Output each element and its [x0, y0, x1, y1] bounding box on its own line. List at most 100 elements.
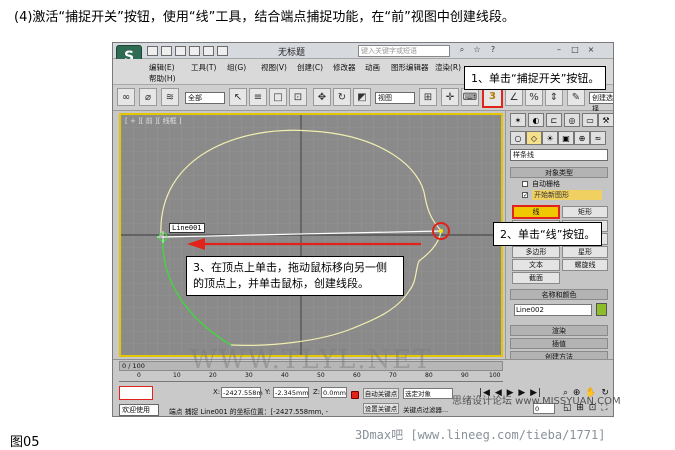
text-tool-button[interactable]: 文本 — [512, 259, 560, 271]
redo-icon[interactable] — [203, 46, 214, 56]
rotate-icon[interactable]: ↻ — [333, 88, 351, 106]
menu-help[interactable]: 帮助(H) — [149, 73, 176, 84]
welcome-box: 欢迎使用 — [119, 404, 159, 416]
rollout-interpolation[interactable]: 插值 — [510, 338, 608, 349]
geometry-icon[interactable]: ○ — [510, 131, 526, 145]
callout-create-segment: 3、在顶点上单击，拖动鼠标移向另一侧 的顶点上，并单击鼠标，创建线段。 — [186, 256, 404, 296]
hierarchy-tab-icon[interactable]: ⊏ — [546, 113, 562, 127]
select-by-name-icon[interactable]: ≡ — [249, 88, 267, 106]
helix-tool-button[interactable]: 螺旋线 — [562, 259, 608, 271]
modify-tab-icon[interactable]: ◐ — [528, 113, 544, 127]
track-tick: 100 — [489, 372, 501, 379]
callout-create-segment-line1: 3、在顶点上单击，拖动鼠标移向另一侧 — [193, 261, 387, 274]
front-viewport[interactable]: [ + ][ 前 ][ 线框 ] Line001 — [119, 113, 503, 357]
star-icon[interactable]: ☆ — [471, 45, 483, 56]
x-coordinate-field[interactable]: -2427.558m — [221, 387, 263, 398]
set-key-button[interactable]: 设置关键点 — [363, 403, 399, 414]
y-coordinate-field[interactable]: -2.345mm — [273, 387, 309, 398]
menu-create[interactable]: 创建(C) — [297, 62, 323, 73]
scale-icon[interactable]: ◩ — [353, 88, 371, 106]
open-file-icon[interactable] — [161, 46, 172, 56]
key-filters-button[interactable]: 关键点过滤器... — [403, 404, 448, 414]
title-bar: S 无标题 键入关键字或短语 ⌕ ☆ ? – □ × — [113, 43, 613, 69]
rectangle-tool-button[interactable]: 矩形 — [562, 206, 608, 218]
section-tool-button[interactable]: 截面 — [512, 272, 560, 284]
utilities-tab-icon[interactable]: ⚒ — [598, 113, 613, 127]
pivot-center-icon[interactable]: ⊞ — [419, 88, 437, 106]
maximize-icon[interactable]: □ — [569, 45, 581, 56]
new-file-icon[interactable] — [147, 46, 158, 56]
spacewarps-icon[interactable]: ≈ — [590, 131, 606, 145]
angle-snap-icon[interactable]: ∠ — [505, 88, 523, 106]
select-manipulate-icon[interactable]: ✛ — [441, 88, 459, 106]
viewport-label[interactable]: [ + ][ 前 ][ 线框 ] — [125, 116, 182, 126]
viewport-canvas — [121, 115, 501, 355]
link-icon[interactable]: ∞ — [117, 88, 135, 106]
lights-icon[interactable]: ☀ — [542, 131, 558, 145]
selected-dropdown[interactable]: 选定对象 — [403, 388, 453, 399]
menu-animation[interactable]: 动画 — [365, 62, 380, 73]
menu-tools[interactable]: 工具(T) — [191, 62, 216, 73]
percent-snap-icon[interactable]: % — [525, 88, 543, 106]
undo-icon[interactable] — [189, 46, 200, 56]
create-tab-icon[interactable]: ✶ — [510, 113, 526, 127]
select-object-icon[interactable]: ↖ — [229, 88, 247, 106]
bind-space-warp-icon[interactable]: ≋ — [161, 88, 179, 106]
object-color-swatch[interactable] — [596, 303, 607, 316]
help-icon[interactable]: ? — [487, 45, 499, 56]
keyboard-shortcut-icon[interactable]: ⌨ — [461, 88, 479, 106]
edit-named-sets-icon[interactable]: ✎ — [567, 88, 585, 106]
rollout-name-color[interactable]: 名称和颜色 — [510, 289, 608, 300]
callout-line-tool: 2、单击“线”按钮。 — [493, 222, 603, 246]
search-input[interactable]: 键入关键字或短语 — [358, 45, 450, 57]
track-tick: 0 — [137, 372, 141, 379]
y-label: Y: — [265, 388, 271, 396]
rect-selection-icon[interactable]: □ — [269, 88, 287, 106]
menu-graph-editors[interactable]: 图形编辑器 — [391, 62, 429, 73]
snap-point-marker — [439, 229, 443, 233]
rollout-object-type[interactable]: 对象类型 — [510, 167, 608, 178]
line-tool-button[interactable]: 线 — [512, 205, 560, 219]
unlink-icon[interactable]: ⌀ — [139, 88, 157, 106]
callout-snap-toggle: 1、单击“捕捉开关”按钮。 — [464, 66, 607, 90]
search-icon[interactable]: ⌕ — [456, 45, 468, 56]
selection-filter-select[interactable]: 全部 — [185, 92, 225, 104]
track-tick: 90 — [461, 372, 469, 379]
auto-key-button[interactable]: 自动关键点 — [363, 388, 399, 399]
menu-group[interactable]: 组(G) — [227, 62, 246, 73]
menu-modifiers[interactable]: 修改器 — [333, 62, 356, 73]
ngon-tool-button[interactable]: 多边形 — [512, 246, 560, 258]
window-title: 无标题 — [278, 48, 306, 58]
save-file-icon[interactable] — [175, 46, 186, 56]
key-icon[interactable] — [351, 391, 359, 399]
helpers-icon[interactable]: ⊕ — [574, 131, 590, 145]
named-selection-set[interactable]: 创建选择 — [589, 92, 613, 113]
rollout-rendering[interactable]: 渲染 — [510, 325, 608, 336]
close-icon[interactable]: × — [585, 45, 597, 56]
snap-tooltip: Line001 — [169, 223, 205, 233]
display-tab-icon[interactable]: ▭ — [582, 113, 598, 127]
auto-grid-checkbox[interactable] — [522, 181, 528, 187]
prompt-line: 端点 捕捉 Line001 的坐标位置：[-2427.558mm, - — [169, 408, 329, 416]
maxscript-listener[interactable] — [119, 386, 153, 400]
motion-tab-icon[interactable]: ◎ — [564, 113, 580, 127]
z-coordinate-field[interactable]: 0.0mm — [321, 387, 347, 398]
window-crossing-icon[interactable]: ⊡ — [289, 88, 307, 106]
cameras-icon[interactable]: ▣ — [558, 131, 574, 145]
star-tool-button[interactable]: 星形 — [562, 246, 608, 258]
watermark-large: WWW.TLYL.NET — [190, 345, 433, 375]
move-icon[interactable]: ✥ — [313, 88, 331, 106]
menu-rendering[interactable]: 渲染(R) — [435, 62, 461, 73]
minimize-icon[interactable]: – — [553, 45, 565, 56]
object-name-field[interactable]: Line002 — [514, 304, 592, 316]
category-select[interactable]: 样条线 — [510, 149, 608, 161]
shapes-icon[interactable]: ◇ — [526, 131, 542, 145]
start-new-shape-checkbox[interactable]: ✓ — [522, 192, 528, 199]
hold-icon[interactable] — [217, 46, 228, 56]
reference-coord-select[interactable]: 视图 — [375, 92, 415, 104]
start-new-shape-button[interactable]: 开始新图形 — [532, 190, 602, 200]
callout-create-segment-line2: 的顶点上，并单击鼠标，创建线段。 — [193, 277, 369, 290]
spinner-snap-icon[interactable]: ⇕ — [545, 88, 563, 106]
menu-edit[interactable]: 编辑(E) — [149, 62, 175, 73]
menu-views[interactable]: 视图(V) — [261, 62, 287, 73]
